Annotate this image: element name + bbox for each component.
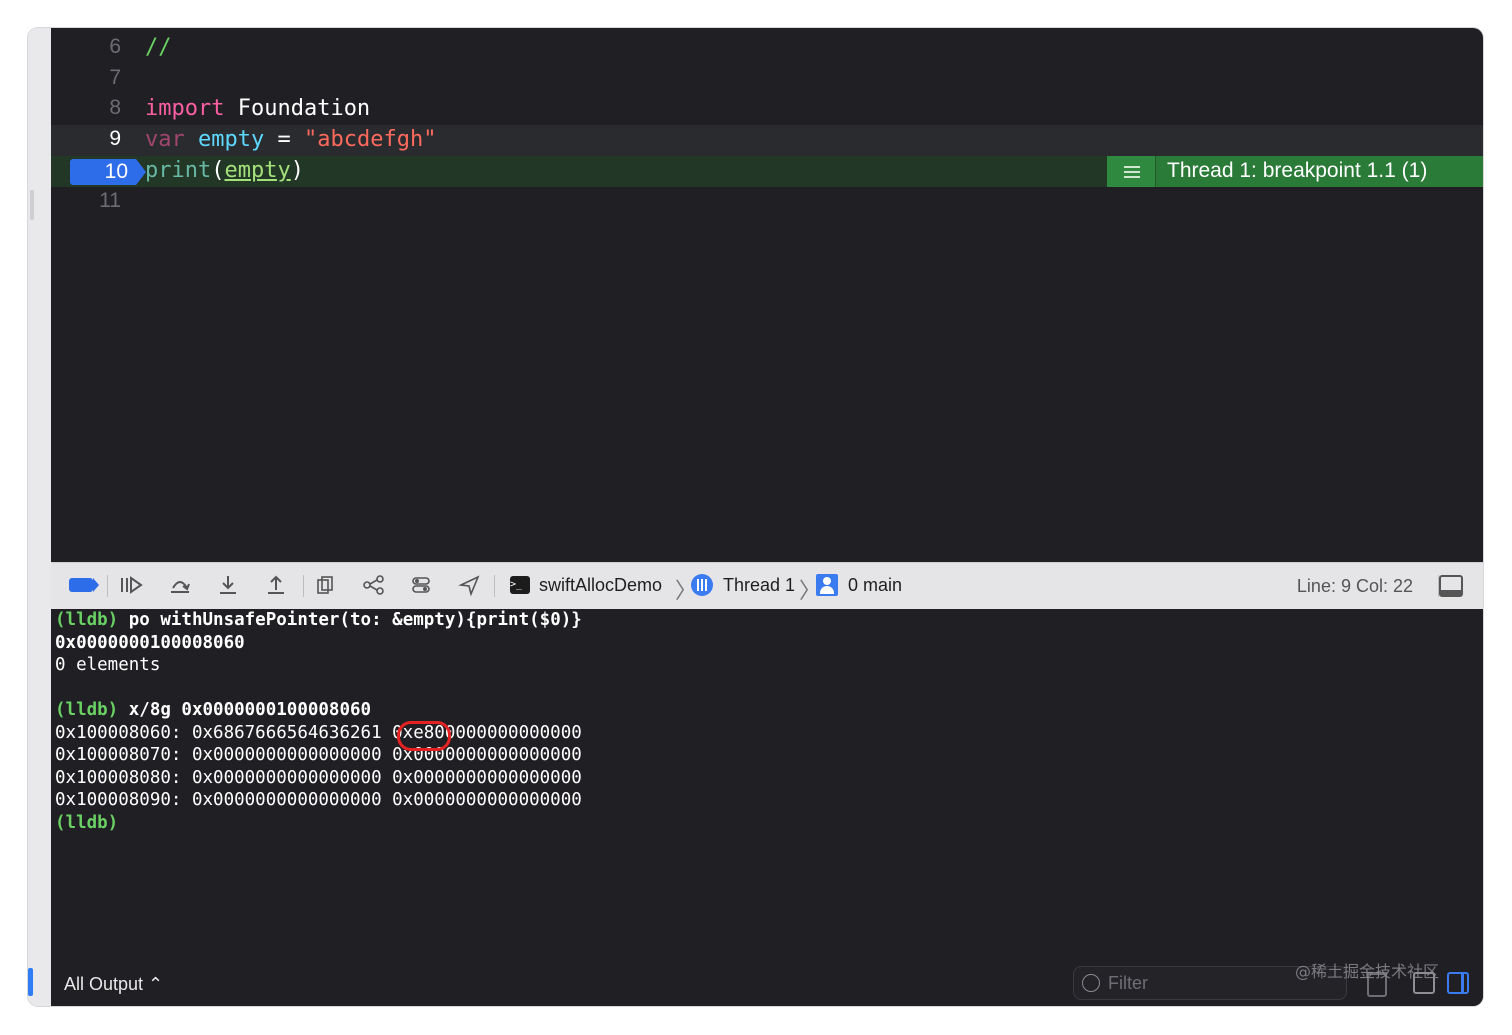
continue-icon[interactable] (118, 574, 144, 596)
menu-lines-icon[interactable] (1107, 156, 1156, 187)
watermark: @稀土掘金技术社区 (1295, 962, 1440, 981)
code-text: print(empty) (145, 158, 304, 183)
debug-console[interactable]: (lldb) po withUnsafePointer(to: &empty){… (51, 609, 1483, 1006)
console-line: 0x100008090: 0x0000000000000000 0x000000… (55, 790, 582, 810)
output-selector[interactable]: All Output ⌃ (64, 974, 163, 995)
thread-icon (691, 574, 713, 596)
step-over-icon[interactable] (168, 574, 192, 596)
console-line: 0x100008060: 0x6867666564636261 0xe80000… (55, 722, 582, 743)
filter-icon (1082, 974, 1100, 992)
comment-token: // (145, 35, 172, 60)
identifier-token: empty (184, 127, 265, 152)
console-line: 0 elements (55, 655, 161, 675)
annotation-text: Thread 1: breakpoint 1.1 (1) (1167, 159, 1428, 182)
line-number: 10 (104, 160, 128, 183)
breakpoint-marker[interactable]: 10 (70, 159, 146, 185)
divider (303, 575, 304, 597)
person-icon (816, 574, 838, 596)
code-line[interactable]: 6 // (51, 33, 1483, 64)
breadcrumb-thread[interactable]: Thread 1 (723, 575, 795, 596)
highlight-circle (397, 721, 451, 751)
step-into-icon[interactable] (217, 574, 239, 596)
divider (107, 575, 108, 597)
breadcrumb-frame[interactable]: 0 main (848, 575, 902, 596)
lldb-prompt: (lldb) (55, 610, 119, 630)
simulate-location-icon[interactable] (458, 574, 480, 596)
breadcrumb-scheme[interactable]: swiftAllocDemo (539, 575, 662, 596)
console-line: 0x0000000100008060 (55, 632, 245, 653)
debug-view-hierarchy-icon[interactable] (314, 574, 336, 596)
console-line: 0x100008070: 0x0000000000000000 0x000000… (55, 745, 582, 765)
console-line: (lldb) x/8g 0x0000000100008060 (55, 699, 371, 721)
filter-placeholder: Filter (1108, 973, 1148, 993)
identifier-token: Foundation (224, 96, 371, 121)
paren-token: ) (290, 158, 304, 183)
code-line-current[interactable]: 9 var empty = "abcdefgh" (51, 125, 1483, 156)
paren-token: ( (211, 158, 225, 183)
function-token: print (145, 158, 212, 183)
breakpoints-toggle-icon[interactable] (69, 578, 99, 592)
line-col-indicator: Line: 9 Col: 22 (1296, 576, 1413, 596)
keyword-token: import (145, 96, 225, 121)
xcode-window: 6 // 7 8 import Foundation 9 var empty =… (28, 28, 1483, 1006)
code-text: var empty = "abcdefgh" (145, 127, 436, 152)
lldb-prompt: (lldb) (55, 700, 119, 720)
line-number: 8 (109, 96, 121, 119)
source-editor[interactable]: 6 // 7 8 import Foundation 9 var empty =… (51, 28, 1483, 562)
environment-overrides-icon[interactable] (410, 574, 432, 596)
code-line-breakpoint[interactable]: 10 print(empty) Thread 1: breakpoint 1.1… (51, 156, 1483, 187)
terminal-icon: >_ (510, 576, 530, 594)
step-out-icon[interactable] (265, 574, 287, 596)
argument-token: empty (224, 158, 291, 183)
thread-annotation[interactable]: Thread 1: breakpoint 1.1 (1) (1107, 156, 1483, 187)
debug-bar: >_ swiftAllocDemo 〉 Thread 1 〉 0 main Li… (51, 562, 1483, 610)
code-line[interactable]: 8 import Foundation (51, 94, 1483, 125)
line-number: 11 (99, 189, 121, 212)
code-text: import Foundation (145, 96, 370, 121)
resize-notch[interactable] (30, 190, 34, 220)
string-token: "abcdefgh" (303, 127, 437, 152)
line-number: 7 (109, 66, 121, 89)
code-text: // (145, 35, 172, 60)
line-number: 6 (109, 35, 121, 58)
line-number: 9 (109, 127, 121, 150)
navigator-indicator[interactable] (28, 968, 33, 996)
console-line: (lldb) (55, 812, 118, 834)
console-line: 0x100008080: 0x0000000000000000 0x000000… (55, 767, 582, 788)
console-command: po withUnsafePointer(to: &empty){print($… (118, 610, 582, 630)
code-line[interactable]: 7 (51, 64, 1483, 95)
console-line: (lldb) po withUnsafePointer(to: &empty){… (55, 609, 582, 631)
code-line[interactable]: 11 (51, 187, 1483, 218)
console-footer: All Output ⌃ Filter (51, 966, 1483, 1006)
lldb-prompt: (lldb) (55, 812, 119, 833)
console-command: x/8g 0x0000000100008060 (118, 700, 372, 720)
navigator-edge (28, 28, 51, 1006)
memory-graph-icon[interactable] (362, 574, 386, 596)
split-right-icon[interactable] (1447, 972, 1469, 994)
panel-toggle-icon[interactable] (1439, 575, 1463, 597)
operator-token: = (264, 127, 304, 152)
divider (494, 575, 495, 597)
keyword-token: var (145, 127, 185, 152)
